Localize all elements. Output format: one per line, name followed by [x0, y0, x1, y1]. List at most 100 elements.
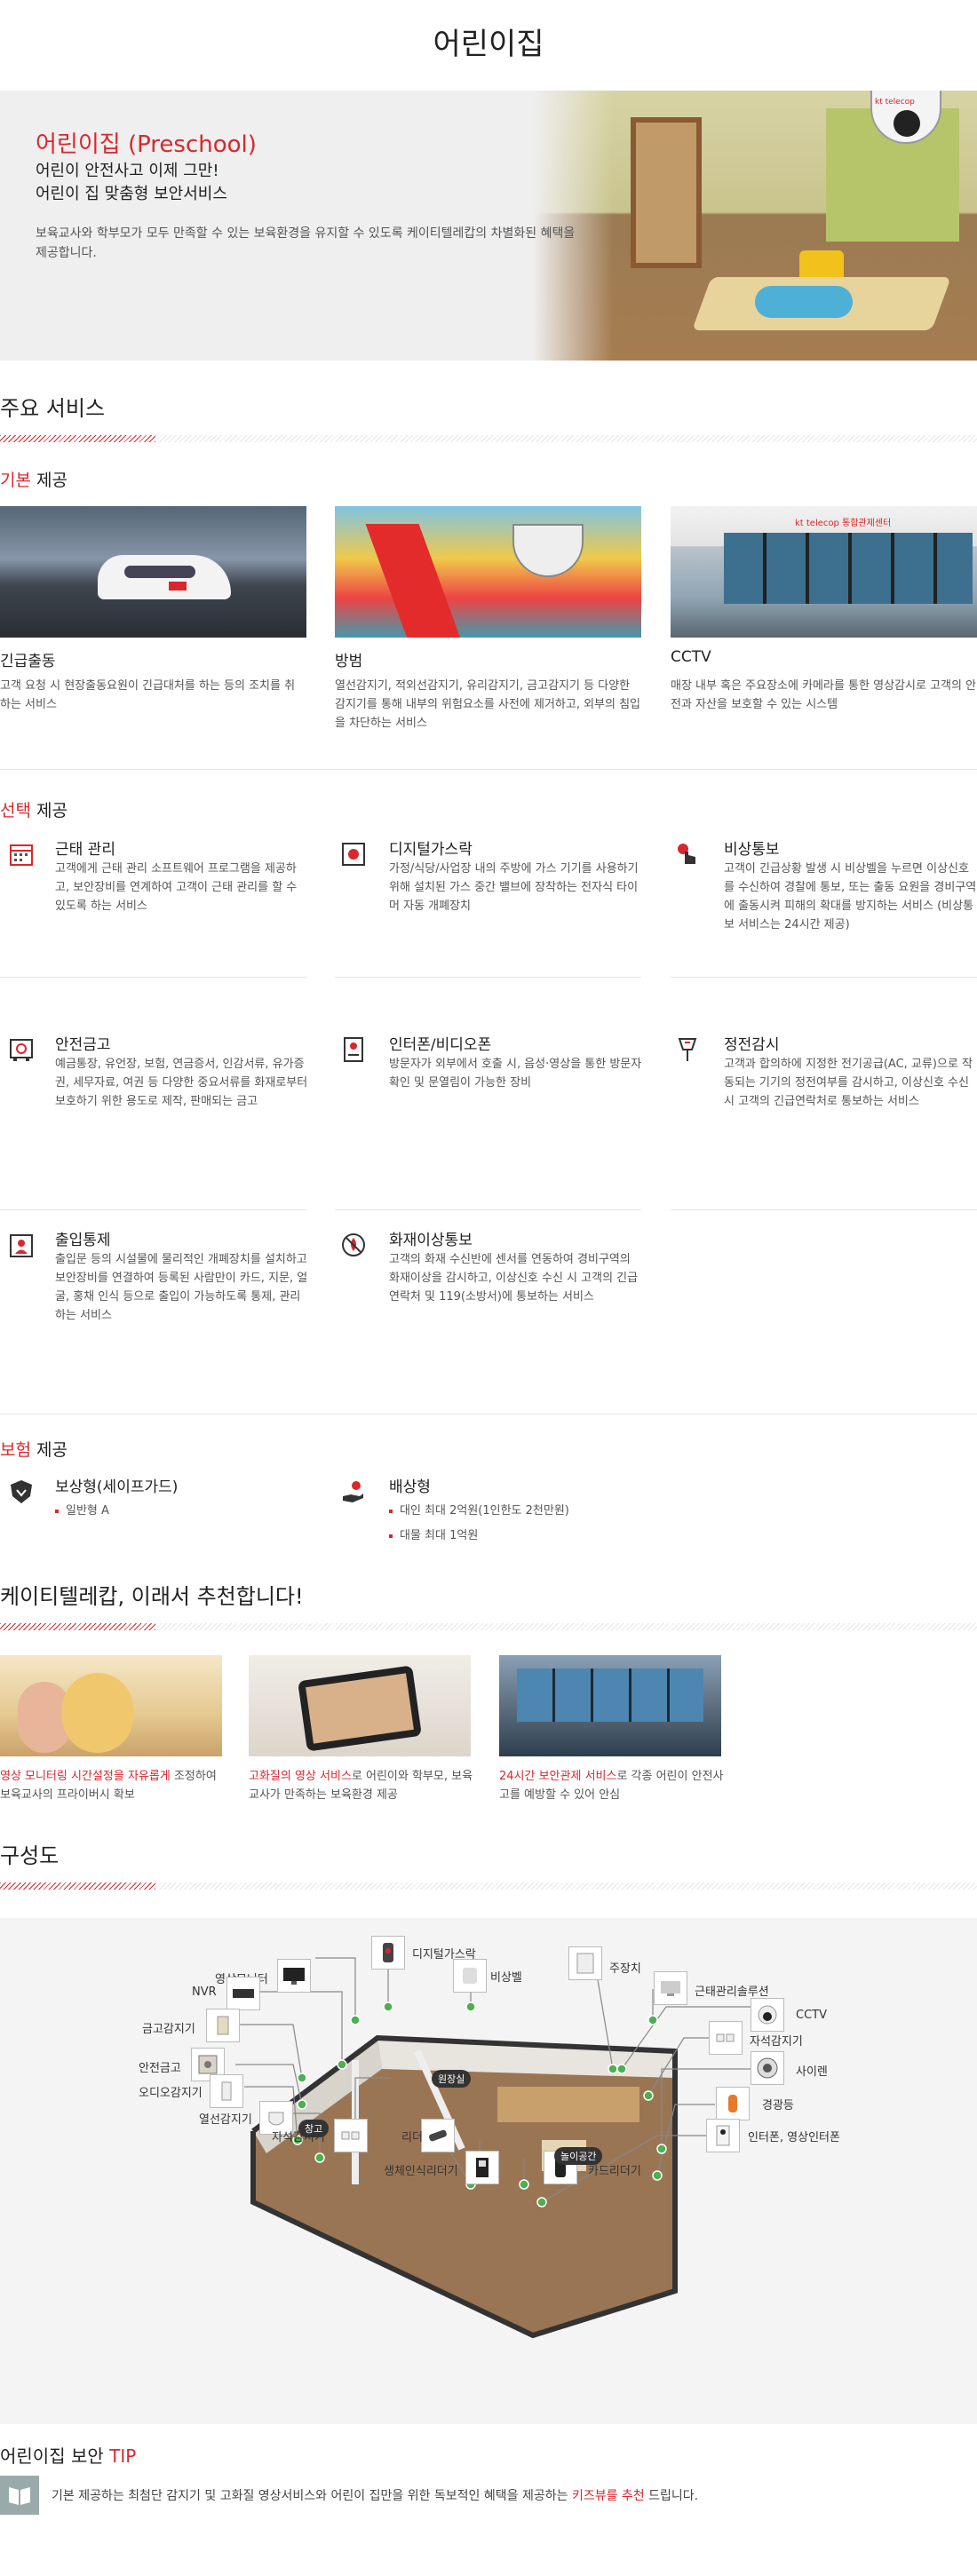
- service-title: 비상통보: [724, 841, 780, 859]
- insurance-bullet: 일반형 A: [55, 1501, 109, 1518]
- section-divider: [0, 1623, 977, 1630]
- diagram-label: 사이렌: [796, 2065, 828, 2079]
- insurance-title: 보상형(세이프가드): [55, 1478, 179, 1496]
- recommend-photo-family: [0, 1655, 222, 1756]
- divider: [0, 1414, 977, 1415]
- service-desc: 가정/식당/사업장 내의 주방에 가스 기기를 사용하기 위해 설치된 가스 중…: [389, 862, 639, 913]
- recommend-text: 고화질의 영상 서비스로 어린이와 학부모, 보육교사가 만족하는 보육환경 제…: [249, 1770, 473, 1802]
- diagram-label: 금고감지기: [142, 2023, 195, 2036]
- warning-light-icon: [716, 2087, 750, 2120]
- hero-description: 보육교사와 학부모가 모두 만족할 수 있는 보육환경을 유지할 수 있도록 케…: [36, 226, 576, 260]
- book-icon: [0, 2476, 39, 2515]
- emergency-bell-device-icon: [453, 1959, 487, 1993]
- diagram-label: 주장치: [609, 1962, 641, 1976]
- power-monitor-icon: [673, 1035, 702, 1064]
- diagram-label: 인터폰, 영상인터폰: [748, 2131, 840, 2144]
- cctv-photo: kt telecop 통합관제센터: [671, 506, 977, 638]
- fire-alarm-icon: [339, 1231, 368, 1259]
- safe-icon: [7, 1035, 36, 1064]
- service-title: 화재이상통보: [389, 1232, 473, 1249]
- section-title-main-services: 주요 서비스: [0, 396, 106, 421]
- monitor-icon: [277, 1959, 311, 1993]
- shield-icon: [7, 1478, 36, 1506]
- service-desc: 고객에게 근태 관리 소프트웨어 프로그램을 제공하고, 보안장비를 연계하여 …: [55, 862, 298, 913]
- calendar-icon: [7, 840, 36, 868]
- service-desc: 열선감지기, 적외선감지기, 유리감지기, 금고감지기 등 다양한 감지기를 통…: [335, 679, 641, 730]
- service-title: 근태 관리: [55, 841, 115, 859]
- diagram-label: 오디오감지기: [139, 2087, 203, 2100]
- tip-title: 어린이집 보안 TIP: [0, 2445, 137, 2467]
- divider: [671, 1209, 977, 1210]
- service-title: CCTV: [671, 648, 711, 666]
- service-desc: 매장 내부 혹은 주요장소에 카메라를 통한 영상감시로 고객의 안전과 자산을…: [671, 679, 977, 711]
- insurance-bullet: 대인 최대 2억원(1인한도 2천만원): [389, 1501, 569, 1518]
- service-desc: 예금통장, 유언장, 보험, 연금증서, 인감서류, 유가증권, 세무자료, 여…: [55, 1058, 308, 1108]
- siren-icon: [751, 2051, 784, 2085]
- service-desc: 고객의 화재 수신반에 센서를 연동하여 경비구역의 화재이상을 감시하고, 이…: [389, 1253, 639, 1304]
- diagram-label: 안전금고: [139, 2062, 181, 2075]
- divider: [0, 977, 306, 978]
- diagram-label: CCTV: [796, 2009, 827, 2022]
- camera-brand: kt telecop: [875, 98, 915, 107]
- recommend-text: 24시간 보안관제 서비스로 각종 어린이 안전사고를 예방할 수 있어 안심: [499, 1770, 724, 1802]
- hero-line2: 어린이 집 맞춤형 보안서비스: [36, 185, 227, 203]
- insurance-bullet: 대물 최대 1억원: [389, 1526, 478, 1542]
- nvr-icon: [226, 1977, 260, 2010]
- magnetic-sensor-icon: [334, 2119, 368, 2152]
- insurance-title: 배상형: [389, 1478, 431, 1496]
- section-divider: [0, 1882, 977, 1890]
- subsection-select: 선택 제공: [0, 801, 68, 820]
- service-title: 출입통제: [55, 1232, 111, 1249]
- biometric-reader-icon: [465, 2151, 499, 2184]
- diagram-label: 자석감지기: [750, 2035, 803, 2049]
- hand-coin-icon: [339, 1478, 368, 1506]
- service-title: 긴급출동: [0, 653, 56, 670]
- diagram-label: 리더: [401, 2131, 423, 2144]
- service-title: 정전감시: [724, 1036, 780, 1054]
- diagram-label: 비상벨: [490, 1971, 522, 1985]
- system-diagram: 영상모니터 디지털가스락 비상벨 주장치 근태관리솔루션 NVR CCTV 금고…: [0, 1918, 977, 2424]
- hero-heading: 어린이집 (Preschool): [36, 131, 257, 158]
- gas-lock-device-icon: [371, 1936, 405, 1970]
- diagram-label: 경광등: [762, 2099, 794, 2112]
- service-desc: 출입문 등의 시설물에 물리적인 개폐장치를 설치하고 보안장비를 연결하여 등…: [55, 1253, 308, 1322]
- tip-text: 기본 제공하는 최첨단 감지기 및 고화질 영상서비스와 어린이 집만을 위한 …: [52, 2489, 699, 2503]
- access-control-icon: [7, 1231, 36, 1259]
- page: 어린이집 kt telecop 어린이집 (Preschool) 어린이 안전사…: [0, 0, 977, 2576]
- service-title: 방범: [335, 653, 363, 670]
- gas-lock-icon: [339, 840, 368, 868]
- diagram-label: NVR: [192, 1986, 217, 1999]
- intercom-icon: [339, 1035, 368, 1064]
- service-title: 인터폰/비디오폰: [389, 1036, 492, 1054]
- room-tag-office: 원장실: [432, 2070, 472, 2088]
- room-tag-storage: 창고: [298, 2120, 330, 2137]
- recommend-photo-tablet: [249, 1655, 471, 1756]
- subsection-insurance: 보험 제공: [0, 1440, 68, 1460]
- intercom-device-icon: [706, 2119, 740, 2152]
- section-title-recommend: 케이티텔레캅, 이래서 추천합니다!: [0, 1584, 304, 1609]
- service-desc: 고객과 합의하에 지정한 전기공급(AC, 교류)으로 작동되는 기기의 정전여…: [724, 1058, 973, 1108]
- service-desc: 방문자가 외부에서 호출 시, 음성·영상을 통한 방문자 확인 및 문열림이 …: [389, 1058, 642, 1090]
- service-title: 안전금고: [55, 1036, 111, 1054]
- divider: [335, 1209, 641, 1210]
- recommend-text: 영상 모니터링 시간설정을 자유롭게 조정하여 보육교사의 프라이버시 확보: [0, 1770, 217, 1802]
- divider: [335, 977, 641, 978]
- recommend-photo-control-center: [499, 1655, 721, 1756]
- diagram-label: 생체인식리더기: [384, 2165, 458, 2178]
- hero-classroom-image: kt telecop: [533, 91, 977, 361]
- cctv-camera-device-icon: [751, 1998, 784, 2032]
- service-title: 디지털가스락: [389, 841, 473, 859]
- safe-sensor-icon: [206, 2009, 240, 2042]
- emergency-dispatch-photo: [0, 506, 306, 638]
- section-title-diagram: 구성도: [0, 1843, 60, 1868]
- crime-prevention-photo: [335, 506, 641, 638]
- service-desc: 고객 요청 시 현장출동요원이 긴급대처를 하는 등의 조치를 취하는 서비스: [0, 679, 296, 711]
- hero-banner: kt telecop 어린이집 (Preschool) 어린이 안전사고 이제 …: [0, 91, 977, 361]
- page-title: 어린이집: [433, 27, 544, 62]
- service-desc: 고객이 긴급상황 발생 시 비상벨을 누르면 이상신호를 수신하여 경찰에 통보…: [724, 862, 977, 931]
- audio-sensor-icon: [210, 2074, 243, 2108]
- diagram-label: 열선감지기: [199, 2113, 252, 2127]
- divider: [0, 1209, 306, 1210]
- divider: [0, 769, 977, 770]
- room-tag-play: 놀이공간: [554, 2147, 603, 2165]
